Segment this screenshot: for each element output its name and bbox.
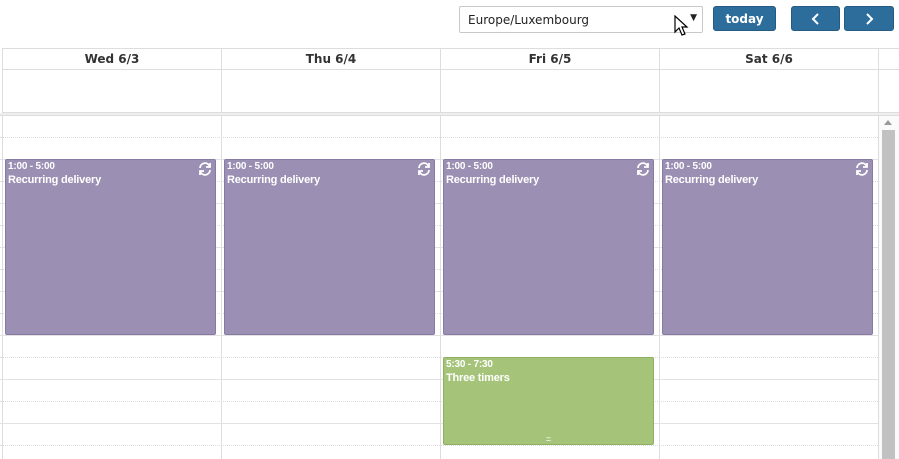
all-day-cell[interactable]	[2, 70, 221, 113]
all-day-gutter	[878, 70, 899, 113]
all-day-cell[interactable]	[221, 70, 440, 113]
slot-line	[0, 137, 878, 138]
event-time: 1:00 - 5:00	[8, 161, 55, 172]
day-header-label: Wed 6/3	[84, 52, 140, 66]
calendar-event[interactable]: 5:30 - 7:30 Three timers =	[443, 357, 654, 445]
day-header: Fri 6/5	[440, 48, 659, 70]
day-header: Thu 6/4	[221, 48, 440, 70]
timezone-value: Europe/Luxembourg	[468, 13, 590, 27]
mouse-cursor-icon	[674, 15, 689, 36]
column-line	[440, 116, 441, 459]
calendar-event[interactable]: 1:00 - 5:00 Recurring delivery	[224, 159, 435, 335]
event-title: Recurring delivery	[446, 174, 539, 186]
resize-handle[interactable]: =	[444, 435, 653, 444]
day-header: Sat 6/6	[659, 48, 878, 70]
day-header-label: Sat 6/6	[745, 52, 793, 66]
all-day-cell[interactable]	[659, 70, 878, 113]
prev-button[interactable]	[791, 6, 840, 31]
chevron-right-icon	[866, 12, 874, 25]
calendar-event[interactable]: 1:00 - 5:00 Recurring delivery	[662, 159, 873, 335]
chevron-left-icon	[811, 12, 819, 25]
column-line	[221, 116, 222, 459]
slot-line	[0, 357, 878, 358]
scroll-thumb[interactable]	[882, 130, 895, 459]
slot-line	[0, 335, 878, 336]
dropdown-arrow-icon: ▼	[690, 13, 697, 23]
today-button-label: today	[725, 11, 764, 26]
event-title: Three timers	[446, 372, 510, 384]
recurring-icon	[199, 162, 211, 176]
time-grid[interactable]: 1:00 - 5:00 Recurring delivery 1:00 - 5:…	[0, 116, 878, 459]
vertical-scrollbar[interactable]	[878, 116, 899, 459]
slot-line	[0, 379, 878, 380]
recurring-icon	[856, 162, 868, 176]
event-time: 1:00 - 5:00	[446, 161, 493, 172]
timezone-select[interactable]: Europe/Luxembourg ▼	[459, 6, 703, 33]
day-header-label: Fri 6/5	[528, 52, 572, 66]
event-title: Recurring delivery	[665, 174, 758, 186]
slot-line	[0, 401, 878, 402]
event-title: Recurring delivery	[227, 174, 320, 186]
event-time: 1:00 - 5:00	[227, 161, 274, 172]
column-line	[659, 116, 660, 459]
event-time: 5:30 - 7:30	[446, 359, 493, 370]
scroll-up-arrow-icon[interactable]	[884, 120, 892, 125]
next-button[interactable]	[844, 6, 894, 31]
column-line	[2, 116, 3, 459]
slot-line	[0, 423, 878, 424]
event-title: Recurring delivery	[8, 174, 101, 186]
calendar-event[interactable]: 1:00 - 5:00 Recurring delivery	[443, 159, 654, 335]
day-header: Wed 6/3	[2, 48, 221, 70]
calendar-event[interactable]: 1:00 - 5:00 Recurring delivery	[5, 159, 216, 335]
header-scroll-gutter	[878, 48, 899, 70]
all-day-cell[interactable]	[440, 70, 659, 113]
event-time: 1:00 - 5:00	[665, 161, 712, 172]
today-button[interactable]: today	[713, 6, 776, 31]
recurring-icon	[637, 162, 649, 176]
day-header-label: Thu 6/4	[305, 52, 357, 66]
recurring-icon	[418, 162, 430, 176]
slot-line	[0, 445, 878, 446]
